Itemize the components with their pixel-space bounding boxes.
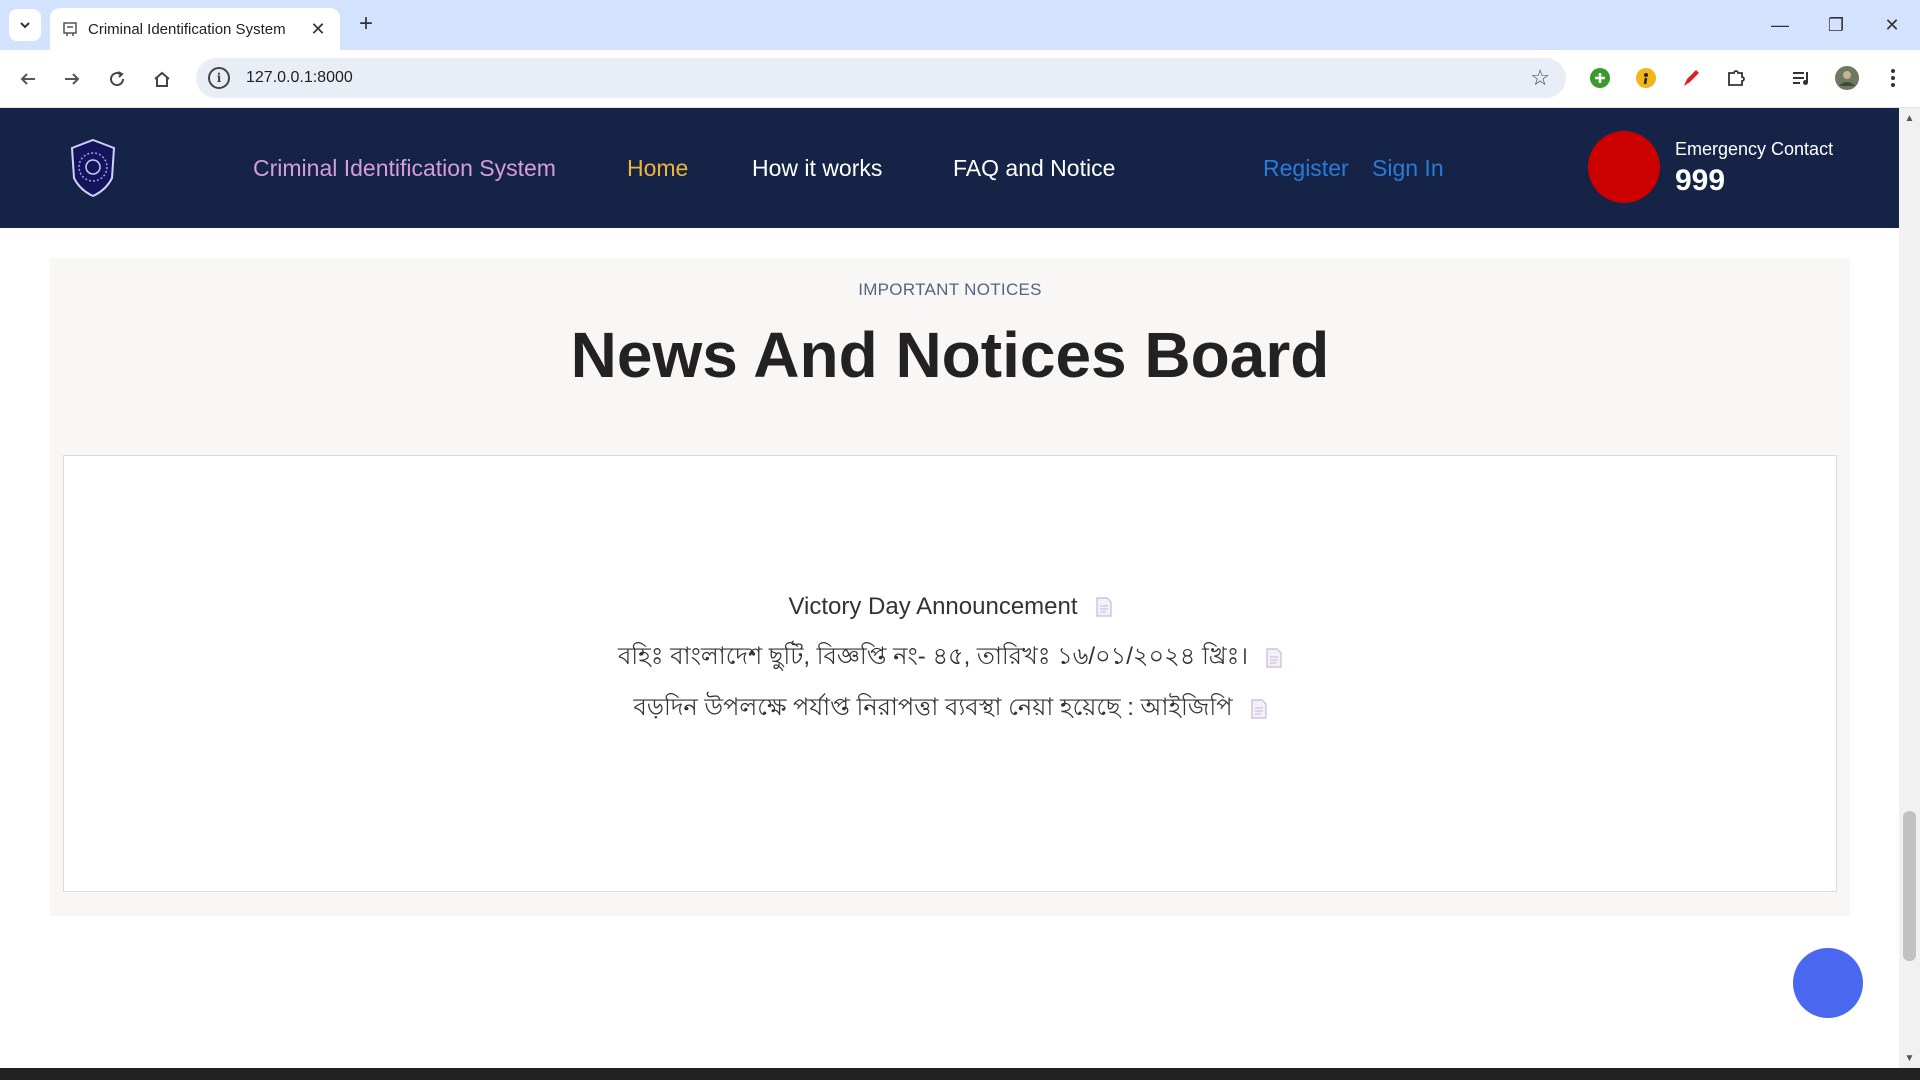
reload-icon: [110, 71, 125, 87]
scroll-down-arrow-icon[interactable]: ▼: [1899, 1048, 1920, 1068]
list-item[interactable]: Victory Day Announcement: [64, 581, 1836, 632]
browser-tab[interactable]: Criminal Identification System ✕: [50, 8, 340, 50]
page-title: News And Notices Board: [570, 319, 1330, 391]
browser-tab-bar: Criminal Identification System ✕ + — ❐ ✕: [0, 0, 1920, 50]
forward-button[interactable]: [56, 63, 88, 95]
media-control-icon[interactable]: [1786, 63, 1816, 93]
chevron-down-icon: [20, 22, 30, 29]
profile-avatar[interactable]: [1832, 63, 1862, 93]
close-tab-icon[interactable]: ✕: [308, 19, 328, 40]
register-link[interactable]: Register: [1263, 155, 1349, 182]
arrow-left-icon: [20, 73, 35, 85]
arrow-right-icon: [65, 73, 80, 85]
extension-pen-icon[interactable]: [1676, 63, 1706, 93]
document-icon[interactable]: [1095, 596, 1112, 617]
notices-board: Victory Day Announcement বহিঃ বাংলাদেশ ছ…: [63, 455, 1837, 892]
site-brand-link[interactable]: Criminal Identification System: [253, 155, 556, 182]
notice-list: Victory Day Announcement বহিঃ বাংলাদেশ ছ…: [64, 581, 1836, 734]
extension-yellow-icon[interactable]: [1631, 63, 1661, 93]
document-icon[interactable]: [1250, 698, 1267, 719]
url-text: 127.0.0.1:8000: [246, 69, 353, 86]
extension-plus-icon[interactable]: [1585, 63, 1615, 93]
notice-title[interactable]: Victory Day Announcement: [788, 593, 1077, 621]
list-item[interactable]: বড়দিন উপলক্ষে পর্যাপ্ত নিরাপত্তা ব্যবস্…: [64, 683, 1836, 734]
minimize-button[interactable]: —: [1752, 0, 1808, 50]
site-header: Criminal Identification System Home How …: [0, 108, 1899, 228]
document-icon[interactable]: [1266, 647, 1282, 668]
home-icon: [154, 71, 170, 87]
bookmark-star-icon[interactable]: ☆: [1530, 65, 1550, 91]
floating-action-button[interactable]: [1793, 948, 1863, 1018]
tab-title: Criminal Identification System: [88, 20, 286, 38]
tab-list-button[interactable]: [9, 9, 41, 41]
reload-button[interactable]: [101, 63, 133, 95]
scroll-up-arrow-icon[interactable]: ▲: [1899, 108, 1920, 128]
police-badge-logo[interactable]: [68, 138, 118, 198]
emergency-icon: [1588, 131, 1660, 203]
notice-title[interactable]: বড়দিন উপলক্ষে পর্যাপ্ত নিরাপত্তা ব্যবস্…: [633, 689, 1232, 729]
nav-how-it-works[interactable]: How it works: [752, 155, 882, 182]
emergency-number[interactable]: 999: [1675, 164, 1725, 198]
restore-button[interactable]: ❐: [1808, 0, 1864, 50]
address-bar[interactable]: i 127.0.0.1:8000 ☆: [196, 58, 1566, 98]
nav-faq-and-notice[interactable]: FAQ and Notice: [953, 155, 1115, 182]
nav-home[interactable]: Home: [627, 155, 688, 182]
site-info-icon[interactable]: i: [208, 67, 230, 89]
site-favicon-icon: [63, 22, 77, 36]
section-eyebrow: IMPORTANT NOTICES: [858, 280, 1042, 299]
page-scrollbar[interactable]: ▲ ▼: [1899, 108, 1920, 1068]
emergency-contact-label: Emergency Contact: [1675, 139, 1834, 159]
home-button[interactable]: [146, 63, 178, 95]
back-button[interactable]: [12, 63, 44, 95]
extensions-puzzle-icon[interactable]: [1721, 63, 1751, 93]
browser-toolbar: i 127.0.0.1:8000 ☆: [0, 50, 1920, 108]
sign-in-link[interactable]: Sign In: [1372, 155, 1444, 182]
scrollbar-thumb[interactable]: [1903, 811, 1916, 961]
new-tab-button[interactable]: +: [352, 10, 380, 38]
list-item[interactable]: বহিঃ বাংলাদেশ ছুটি, বিজ্ঞপ্তি নং- ৪৫, তা…: [64, 632, 1836, 683]
notice-title[interactable]: বহিঃ বাংলাদেশ ছুটি, বিজ্ঞপ্তি নং- ৪৫, তা…: [618, 638, 1248, 678]
notices-section: IMPORTANT NOTICES News And Notices Board…: [50, 258, 1850, 916]
browser-menu-icon[interactable]: [1878, 63, 1908, 93]
taskbar-edge: [0, 1068, 1920, 1080]
close-window-button[interactable]: ✕: [1864, 0, 1920, 50]
